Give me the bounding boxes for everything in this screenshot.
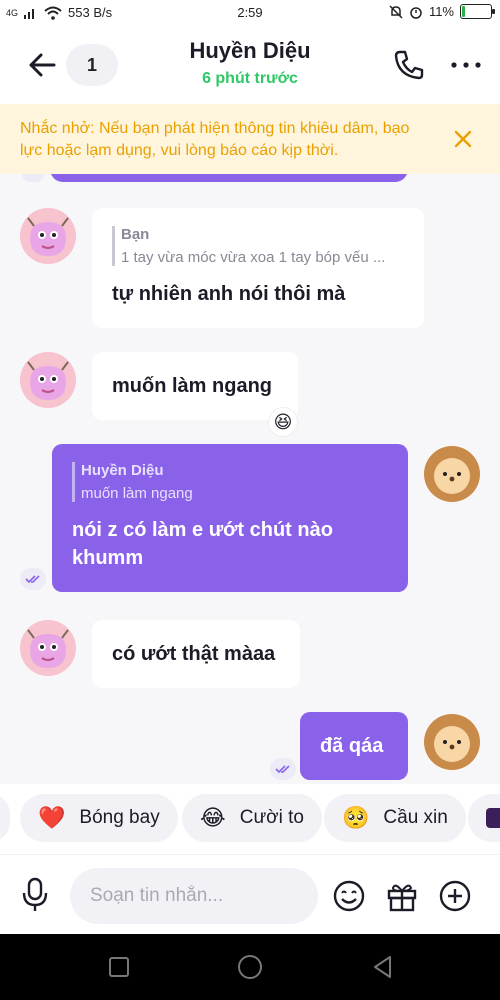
hedgehog-avatar-icon	[424, 714, 480, 770]
message-text: có ướt thật màaa	[112, 643, 276, 665]
quoted-sender: Bạn	[121, 226, 150, 243]
home-icon[interactable]	[237, 954, 263, 980]
recent-apps-icon[interactable]	[106, 954, 132, 980]
read-receipt-icon	[22, 174, 44, 182]
reaction-emoji[interactable]: 😆	[268, 407, 298, 437]
battery-icon	[460, 4, 495, 19]
quoted-text: 1 tay vừa móc vừa xoa 1 tay bóp vếu ...	[121, 249, 386, 266]
read-receipt-icon	[270, 758, 296, 780]
back-triangle-icon[interactable]	[370, 954, 396, 980]
phone-icon[interactable]	[392, 48, 426, 82]
quick-reaction-partial[interactable]	[468, 794, 500, 842]
quoted-message[interactable]: Bạn 1 tay vừa móc vừa xoa 1 tay bóp vếu …	[112, 226, 404, 266]
laughing-icon: 😂	[200, 805, 226, 830]
message-bubble[interactable]: Huyền Diệu muốn làm ngang nói z có làm e…	[52, 444, 408, 592]
quick-reaction-cuoi-to[interactable]: 😂 Cười to	[182, 794, 322, 842]
gift-icon[interactable]	[385, 879, 419, 913]
back-arrow-icon[interactable]	[26, 48, 60, 82]
message-input[interactable]	[70, 868, 318, 924]
alarm-icon	[410, 6, 422, 19]
monster-avatar-icon	[20, 352, 76, 408]
quoted-message[interactable]: Huyền Diệu muốn làm ngang	[72, 462, 388, 502]
message-bubble-partial	[50, 174, 408, 182]
message-list[interactable]: Bạn 1 tay vừa móc vừa xoa 1 tay bóp vếu …	[0, 174, 500, 784]
system-nav-bar	[0, 934, 500, 1000]
message-bubble[interactable]: muốn làm ngang	[92, 352, 298, 420]
warning-text: Nhắc nhở: Nếu bạn phát hiện thông tin kh…	[20, 120, 410, 159]
add-circle-icon[interactable]	[438, 879, 472, 913]
status-bar: 4G 553 B/s 2:59 11%	[0, 0, 500, 26]
quoted-sender: Huyền Diệu	[81, 462, 164, 479]
fireworks-icon	[486, 808, 500, 828]
message-text: đã qáa	[320, 735, 384, 757]
mute-bell-icon	[389, 4, 403, 19]
heart-icon: ❤️	[38, 805, 66, 830]
message-bubble[interactable]: có ướt thật màaa	[92, 620, 300, 688]
message-text: nói z có làm e ướt chút nào khumm	[72, 519, 333, 569]
chat-header: 1 Huyền Diệu 6 phút trước	[0, 26, 500, 104]
message-bubble[interactable]: đã qáa	[300, 712, 408, 780]
hedgehog-avatar-icon	[424, 446, 480, 502]
avatar[interactable]	[20, 208, 76, 264]
read-receipt-icon	[20, 568, 46, 590]
quick-reaction-label: Bóng bay	[79, 807, 160, 828]
unread-count-badge[interactable]: 1	[66, 44, 118, 86]
quick-reactions-bar[interactable]: ❤️ Bóng bay 😂 Cười to 🥺 Cầu xin	[0, 784, 500, 854]
safety-warning-banner: Nhắc nhở: Nếu bạn phát hiện thông tin kh…	[0, 104, 500, 174]
quick-reaction-bong-bay[interactable]: ❤️ Bóng bay	[20, 794, 178, 842]
contact-name[interactable]: Huyền Diệu	[120, 38, 380, 64]
avatar[interactable]	[20, 620, 76, 676]
more-options-icon[interactable]	[448, 48, 484, 82]
composer-bar	[0, 854, 500, 934]
quoted-text: muốn làm ngang	[81, 485, 193, 502]
emoji-icon[interactable]	[332, 879, 366, 913]
microphone-icon[interactable]	[20, 877, 50, 913]
quick-reaction-label: Cười to	[239, 807, 304, 828]
battery-percent: 11%	[428, 4, 454, 19]
my-avatar[interactable]	[424, 714, 480, 770]
quick-reaction-label: Cầu xin	[383, 807, 448, 828]
monster-avatar-icon	[20, 208, 76, 264]
quick-reaction-partial[interactable]	[0, 794, 10, 842]
quick-reaction-cau-xin[interactable]: 🥺 Cầu xin	[324, 794, 466, 842]
message-text: muốn làm ngang	[112, 375, 272, 397]
monster-avatar-icon	[20, 620, 76, 676]
pleading-icon: 🥺	[342, 805, 370, 830]
my-avatar[interactable]	[424, 446, 480, 502]
message-bubble[interactable]: Bạn 1 tay vừa móc vừa xoa 1 tay bóp vếu …	[92, 208, 424, 328]
close-icon[interactable]	[452, 128, 474, 150]
avatar[interactable]	[20, 352, 76, 408]
message-text: tự nhiên anh nói thôi mà	[112, 283, 346, 305]
last-seen-status: 6 phút trước	[202, 70, 298, 87]
